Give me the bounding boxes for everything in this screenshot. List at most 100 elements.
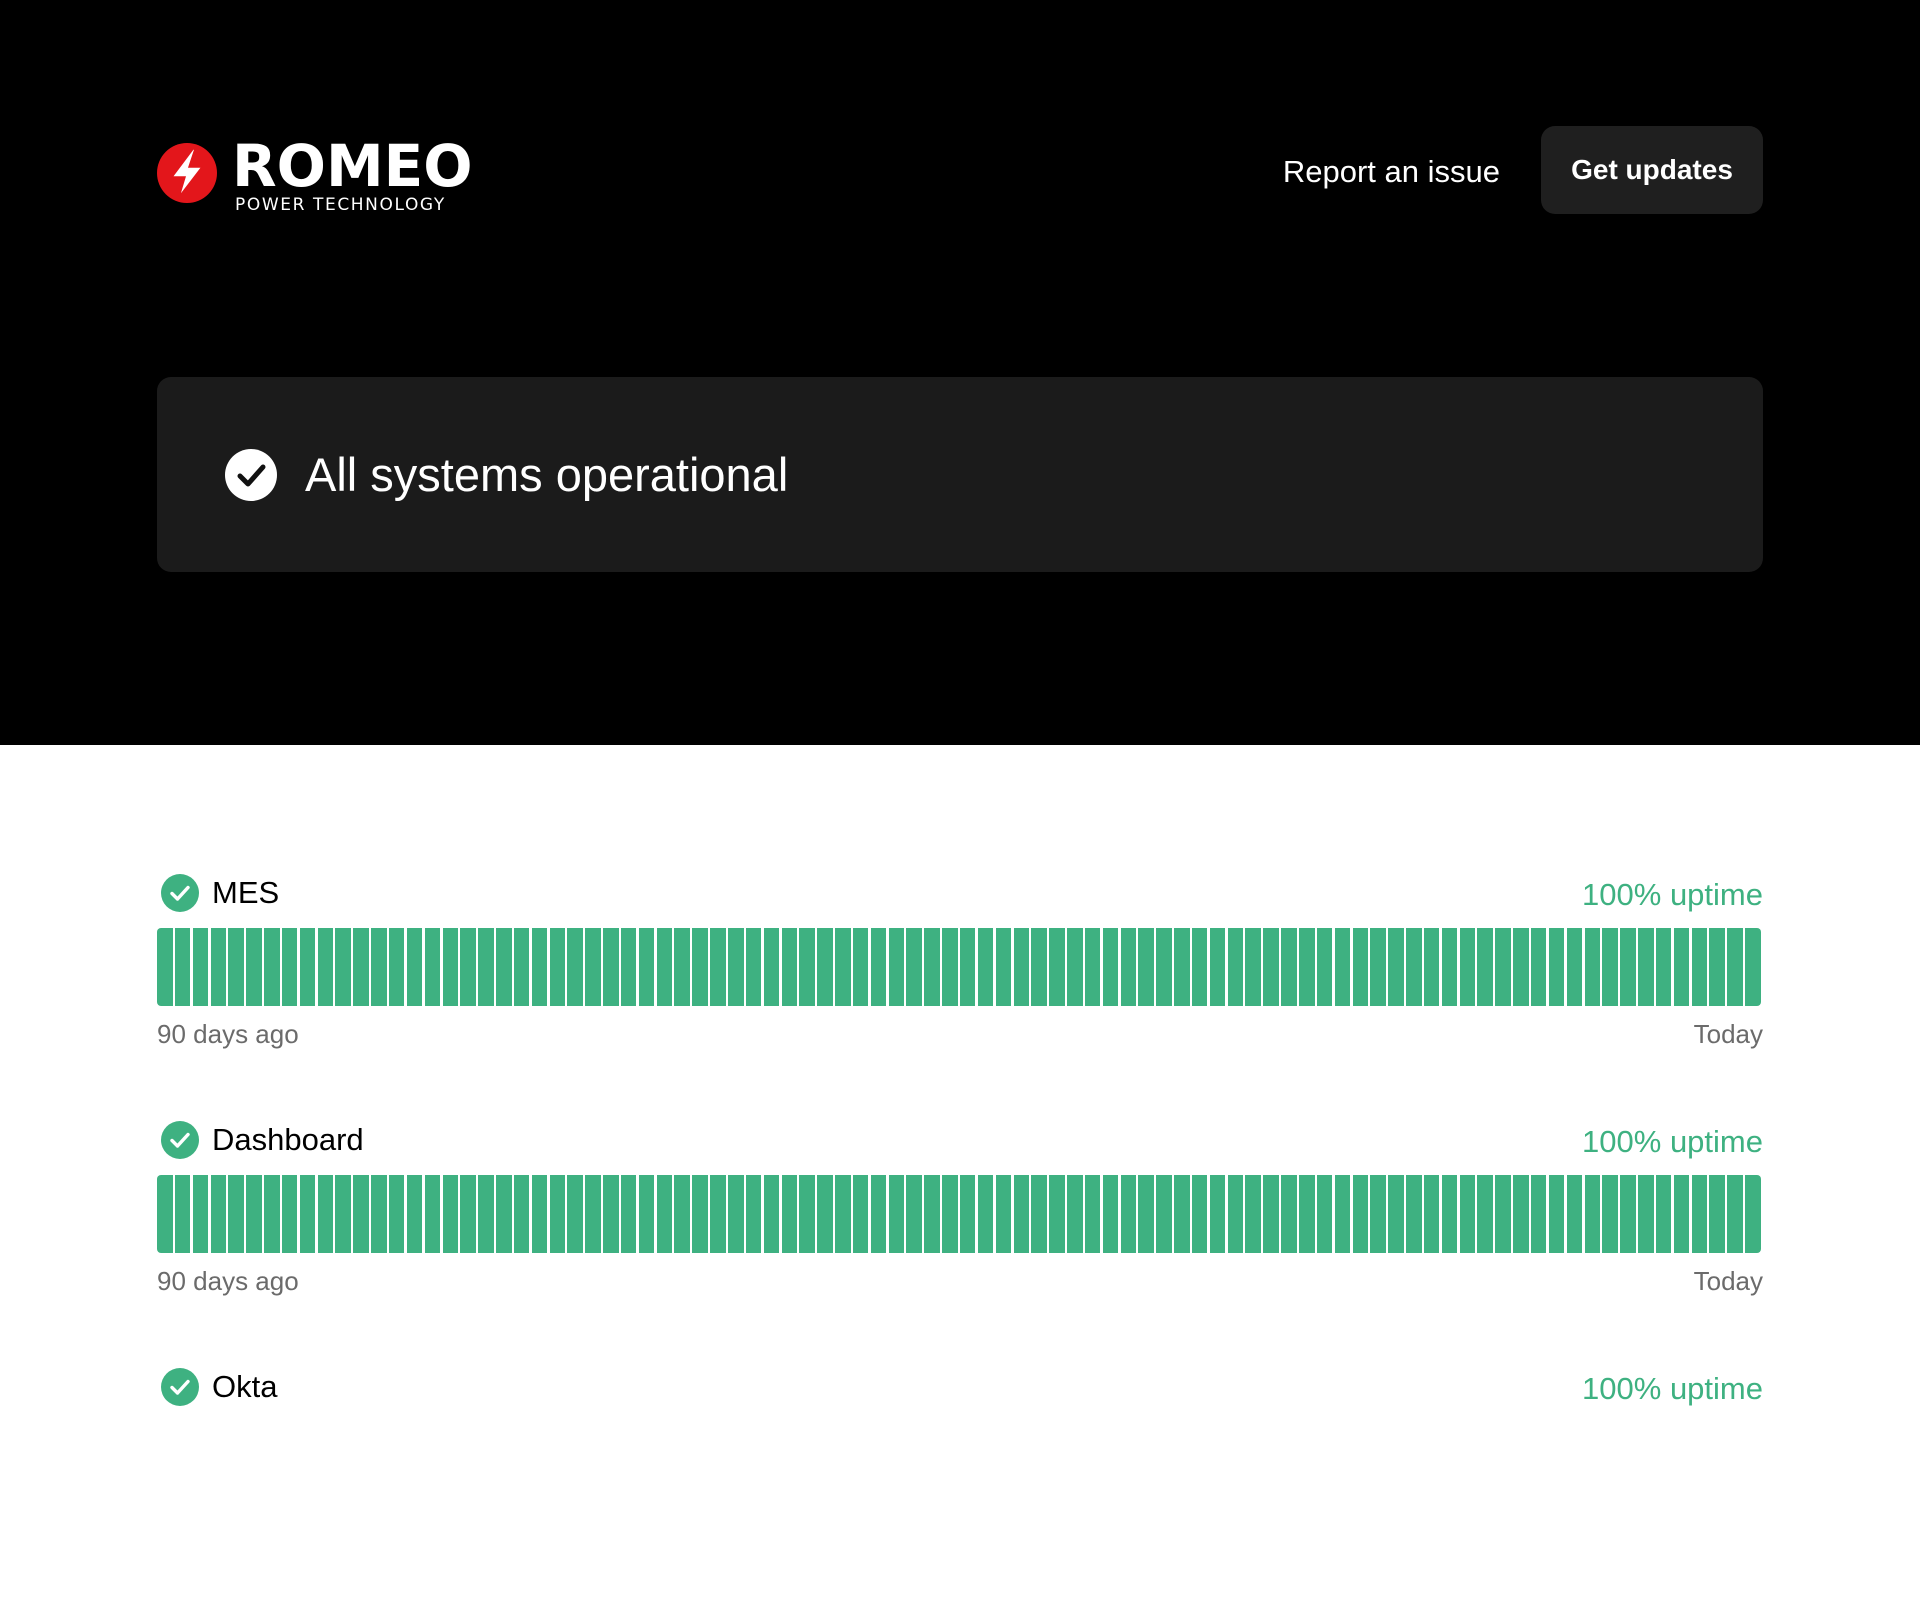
- uptime-day[interactable]: [603, 1175, 619, 1253]
- uptime-day[interactable]: [585, 928, 601, 1006]
- uptime-day[interactable]: [603, 928, 619, 1006]
- uptime-day[interactable]: [478, 1175, 494, 1253]
- uptime-day[interactable]: [585, 1175, 601, 1253]
- uptime-day[interactable]: [1745, 1175, 1761, 1253]
- uptime-day[interactable]: [531, 928, 548, 1006]
- uptime-day[interactable]: [1138, 1175, 1154, 1253]
- uptime-day[interactable]: [977, 928, 994, 1006]
- uptime-day[interactable]: [1423, 928, 1440, 1006]
- uptime-day[interactable]: [1709, 1175, 1725, 1253]
- uptime-day[interactable]: [513, 1175, 530, 1253]
- uptime-day[interactable]: [1299, 1175, 1315, 1253]
- uptime-day[interactable]: [977, 1175, 994, 1253]
- uptime-day[interactable]: [1727, 928, 1743, 1006]
- uptime-day[interactable]: [656, 928, 673, 1006]
- uptime-day[interactable]: [1406, 928, 1422, 1006]
- uptime-day[interactable]: [1316, 928, 1333, 1006]
- uptime-day[interactable]: [567, 928, 583, 1006]
- uptime-day[interactable]: [1673, 1175, 1690, 1253]
- uptime-day[interactable]: [1334, 1175, 1351, 1253]
- uptime-day[interactable]: [1013, 1175, 1029, 1253]
- uptime-day[interactable]: [1352, 928, 1369, 1006]
- uptime-day[interactable]: [1245, 928, 1261, 1006]
- uptime-day[interactable]: [888, 928, 905, 1006]
- uptime-day[interactable]: [1459, 1175, 1476, 1253]
- uptime-day[interactable]: [192, 1175, 209, 1253]
- uptime-day[interactable]: [799, 928, 815, 1006]
- uptime-day[interactable]: [531, 1175, 548, 1253]
- uptime-day[interactable]: [1638, 928, 1654, 1006]
- uptime-day[interactable]: [371, 928, 387, 1006]
- brand-logo[interactable]: ROMEO POWER TECHNOLOGY: [157, 135, 477, 214]
- uptime-day[interactable]: [942, 1175, 958, 1253]
- uptime-day[interactable]: [656, 1175, 673, 1253]
- uptime-day[interactable]: [1174, 1175, 1190, 1253]
- uptime-day[interactable]: [1423, 1175, 1440, 1253]
- uptime-day[interactable]: [1691, 928, 1708, 1006]
- uptime-day[interactable]: [638, 928, 655, 1006]
- uptime-day[interactable]: [1477, 1175, 1493, 1253]
- uptime-day[interactable]: [674, 928, 690, 1006]
- uptime-day[interactable]: [1441, 1175, 1458, 1253]
- uptime-day[interactable]: [1388, 928, 1404, 1006]
- uptime-day[interactable]: [567, 1175, 583, 1253]
- uptime-day[interactable]: [995, 1175, 1012, 1253]
- uptime-day[interactable]: [728, 928, 744, 1006]
- uptime-day[interactable]: [995, 928, 1012, 1006]
- uptime-day[interactable]: [424, 928, 441, 1006]
- uptime-day[interactable]: [1388, 1175, 1404, 1253]
- uptime-day[interactable]: [1513, 928, 1529, 1006]
- uptime-day[interactable]: [174, 928, 191, 1006]
- uptime-day[interactable]: [406, 928, 423, 1006]
- uptime-day[interactable]: [924, 1175, 940, 1253]
- uptime-day[interactable]: [478, 928, 494, 1006]
- report-issue-link[interactable]: Report an issue: [1283, 152, 1500, 192]
- uptime-day[interactable]: [1638, 1175, 1654, 1253]
- uptime-day[interactable]: [424, 1175, 441, 1253]
- uptime-day[interactable]: [781, 928, 798, 1006]
- uptime-day[interactable]: [192, 928, 209, 1006]
- uptime-day[interactable]: [1495, 1175, 1511, 1253]
- uptime-day[interactable]: [1299, 928, 1315, 1006]
- uptime-day[interactable]: [745, 928, 762, 1006]
- uptime-day[interactable]: [1227, 928, 1244, 1006]
- uptime-day[interactable]: [281, 1175, 298, 1253]
- uptime-day[interactable]: [1174, 928, 1190, 1006]
- uptime-day[interactable]: [317, 1175, 334, 1253]
- uptime-day[interactable]: [1459, 928, 1476, 1006]
- uptime-day[interactable]: [1049, 928, 1065, 1006]
- uptime-day[interactable]: [353, 1175, 369, 1253]
- uptime-day[interactable]: [1156, 928, 1172, 1006]
- uptime-day[interactable]: [1406, 1175, 1422, 1253]
- uptime-day[interactable]: [852, 1175, 869, 1253]
- uptime-day[interactable]: [1655, 928, 1672, 1006]
- uptime-day[interactable]: [745, 1175, 762, 1253]
- uptime-day[interactable]: [264, 928, 280, 1006]
- uptime-day[interactable]: [1102, 928, 1119, 1006]
- uptime-day[interactable]: [1602, 928, 1618, 1006]
- uptime-day[interactable]: [1727, 1175, 1743, 1253]
- uptime-day[interactable]: [1620, 1175, 1636, 1253]
- uptime-day[interactable]: [496, 1175, 512, 1253]
- uptime-day[interactable]: [210, 928, 227, 1006]
- uptime-day[interactable]: [1084, 1175, 1101, 1253]
- uptime-day[interactable]: [1156, 1175, 1172, 1253]
- uptime-day[interactable]: [228, 928, 244, 1006]
- uptime-day[interactable]: [1530, 928, 1547, 1006]
- uptime-day[interactable]: [1245, 1175, 1261, 1253]
- uptime-day[interactable]: [1263, 1175, 1279, 1253]
- uptime-day[interactable]: [692, 928, 708, 1006]
- uptime-day[interactable]: [1495, 928, 1511, 1006]
- uptime-day[interactable]: [442, 928, 458, 1006]
- uptime-day[interactable]: [1281, 928, 1297, 1006]
- uptime-day[interactable]: [299, 928, 316, 1006]
- uptime-day[interactable]: [1441, 928, 1458, 1006]
- uptime-day[interactable]: [299, 1175, 316, 1253]
- uptime-day[interactable]: [620, 1175, 637, 1253]
- uptime-day[interactable]: [549, 928, 566, 1006]
- uptime-day[interactable]: [157, 1175, 173, 1253]
- uptime-day[interactable]: [1138, 928, 1154, 1006]
- get-updates-button[interactable]: Get updates: [1541, 126, 1763, 214]
- uptime-day[interactable]: [228, 1175, 244, 1253]
- uptime-day[interactable]: [1031, 928, 1047, 1006]
